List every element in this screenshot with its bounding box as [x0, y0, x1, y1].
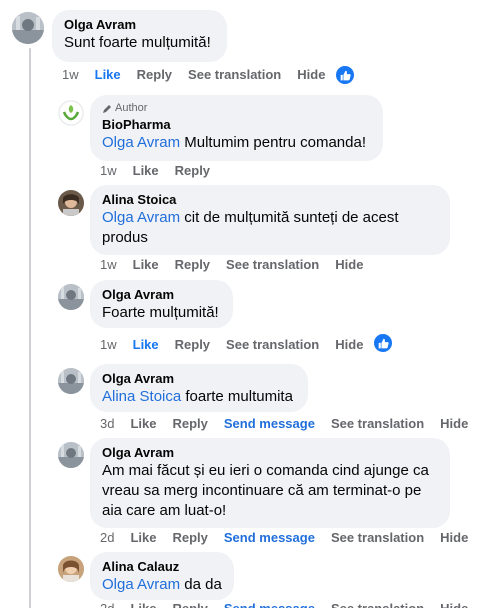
send-message-button[interactable]: Send message — [224, 416, 315, 432]
comment-author-name[interactable]: Alina Stoica — [102, 192, 438, 208]
comment-text: Olga Avram da da — [102, 576, 222, 593]
comment-bubble: Olga Avram Foarte mulțumită! — [90, 280, 233, 328]
comment-bubble: Alina Stoica Olga Avram cit de mulțumită… — [90, 185, 450, 255]
comment-author-name[interactable]: Olga Avram — [102, 445, 438, 461]
comment-actions: 2d Like Reply Send message See translati… — [100, 601, 484, 608]
mention-link[interactable]: Olga Avram — [102, 576, 180, 593]
like-button[interactable]: Like — [130, 530, 156, 546]
like-button[interactable]: Like — [95, 67, 121, 83]
hide-button[interactable]: Hide — [297, 67, 325, 83]
comment-bubble: Olga Avram Sunt foarte mulțumită! — [52, 10, 227, 62]
comment-author-name[interactable]: Alina Calauz — [102, 559, 222, 575]
see-translation-button[interactable]: See translation — [331, 601, 424, 608]
comment-actions: 1w Like Reply See translation Hide — [100, 257, 379, 273]
reply-button[interactable]: Reply — [172, 530, 207, 546]
like-button[interactable]: Like — [133, 257, 159, 273]
comment-author-name[interactable]: BioPharma — [102, 117, 371, 133]
comment-bubble: Alina Calauz Olga Avram da da — [90, 552, 234, 600]
comment-author-name[interactable]: Olga Avram — [102, 287, 221, 303]
comment-timestamp[interactable]: 1w — [100, 163, 117, 179]
see-translation-button[interactable]: See translation — [188, 67, 281, 83]
mention-link[interactable]: Olga Avram — [102, 209, 180, 226]
reply-button[interactable]: Reply — [175, 257, 210, 273]
mention-link[interactable]: Olga Avram — [102, 134, 180, 151]
avatar-alina-stoica[interactable] — [58, 190, 84, 216]
comment-text: Olga Avram cit de mulțumită sunteți de a… — [102, 209, 399, 246]
see-translation-button[interactable]: See translation — [226, 337, 319, 353]
author-badge-label: Author — [115, 102, 148, 114]
hide-button[interactable]: Hide — [440, 416, 468, 432]
comment-timestamp[interactable]: 2d — [100, 530, 114, 546]
comment-bubble: Author BioPharma Olga Avram Multumim pen… — [90, 95, 383, 161]
comment-bubble: Olga Avram Am mai făcut și eu ieri o com… — [90, 438, 450, 528]
comment-text: Alina Stoica foarte multumita — [102, 388, 293, 405]
comment-bubble: Olga Avram Alina Stoica foarte multumita — [90, 364, 308, 412]
comment-timestamp[interactable]: 2d — [100, 601, 114, 608]
see-translation-button[interactable]: See translation — [331, 530, 424, 546]
author-badge: Author — [102, 102, 371, 115]
like-button[interactable]: Like — [130, 416, 156, 432]
comment-actions: 1w Like Reply — [100, 163, 226, 179]
avatar-alina-calauz[interactable] — [58, 556, 84, 582]
avatar-olga-avram[interactable] — [58, 284, 84, 310]
comment-timestamp[interactable]: 1w — [100, 337, 117, 353]
pencil-icon — [103, 104, 111, 113]
reply-button[interactable]: Reply — [175, 337, 210, 353]
hide-button[interactable]: Hide — [440, 601, 468, 608]
like-button[interactable]: Like — [130, 601, 156, 608]
comment-text: Foarte mulțumită! — [102, 304, 219, 321]
comments-thread: Olga Avram Sunt foarte mulțumită! 1w Lik… — [0, 0, 489, 608]
comment-actions: 1w Like Reply See translation Hide — [62, 67, 341, 83]
avatar-biopharma[interactable] — [58, 100, 84, 126]
comment-actions: 3d Like Reply Send message See translati… — [100, 416, 484, 432]
like-thumb-icon[interactable] — [334, 64, 356, 86]
reply-button[interactable]: Reply — [175, 163, 210, 179]
avatar-olga-avram[interactable] — [58, 442, 84, 468]
comment-text: Am mai făcut și eu ieri o comanda cind a… — [102, 462, 429, 519]
comment-timestamp[interactable]: 3d — [100, 416, 114, 432]
see-translation-button[interactable]: See translation — [331, 416, 424, 432]
like-thumb-icon[interactable] — [372, 332, 394, 354]
see-translation-button[interactable]: See translation — [226, 257, 319, 273]
send-message-button[interactable]: Send message — [224, 530, 315, 546]
hide-button[interactable]: Hide — [335, 257, 363, 273]
reply-button[interactable]: Reply — [172, 601, 207, 608]
comment-author-name[interactable]: Olga Avram — [64, 17, 215, 33]
hide-button[interactable]: Hide — [440, 530, 468, 546]
like-button[interactable]: Like — [133, 163, 159, 179]
reply-button[interactable]: Reply — [172, 416, 207, 432]
send-message-button[interactable]: Send message — [224, 601, 315, 608]
avatar-olga-avram[interactable] — [12, 12, 44, 44]
thread-connector-line — [29, 48, 31, 608]
comment-timestamp[interactable]: 1w — [100, 257, 117, 273]
reply-button[interactable]: Reply — [137, 67, 172, 83]
mention-link[interactable]: Alina Stoica — [102, 388, 181, 405]
comment-timestamp[interactable]: 1w — [62, 67, 79, 83]
comment-actions: 1w Like Reply See translation Hide — [100, 337, 379, 353]
avatar-olga-avram[interactable] — [58, 368, 84, 394]
comment-author-name[interactable]: Olga Avram — [102, 371, 296, 387]
comment-actions: 2d Like Reply Send message See translati… — [100, 530, 484, 546]
comment-text: Sunt foarte mulțumită! — [64, 34, 211, 51]
comment-text: Olga Avram Multumim pentru comanda! — [102, 134, 367, 151]
hide-button[interactable]: Hide — [335, 337, 363, 353]
like-button[interactable]: Like — [133, 337, 159, 353]
